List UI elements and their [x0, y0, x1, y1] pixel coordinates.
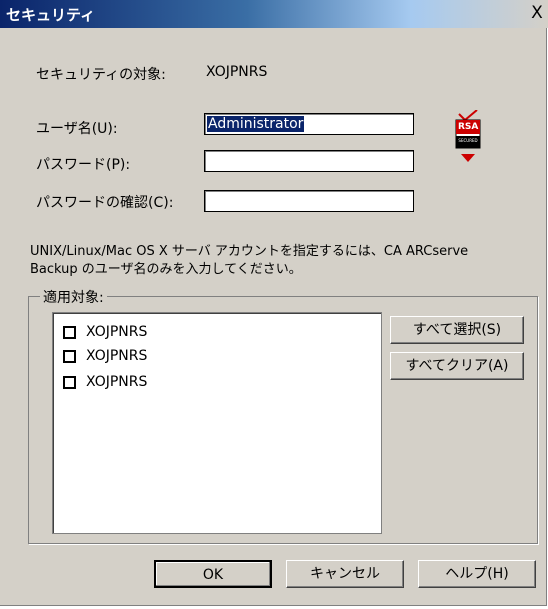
- list-item-label: XOJPNRS: [86, 324, 148, 340]
- security-dialog: セキュリティ X セキュリティの対象: XOJPNRS ユーザ名(U): Adm…: [0, 0, 548, 606]
- apply-target-title: 適用対象:: [40, 287, 107, 307]
- rsa-logo-subtext: SECURED: [458, 138, 478, 143]
- apply-target-list[interactable]: XOJPNRS XOJPNRS XOJPNRS: [52, 312, 382, 534]
- checkbox[interactable]: [63, 349, 76, 363]
- note-line-2: Backup のユーザ名のみを入力してください。: [30, 262, 302, 277]
- username-value: Administrator: [207, 116, 305, 132]
- username-label: ユーザ名(U):: [36, 121, 118, 137]
- list-item[interactable]: XOJPNRS: [63, 371, 147, 393]
- rsa-logo-icon: [455, 109, 481, 162]
- title-bar: セキュリティ X: [0, 0, 548, 28]
- password-label: パスワード(P):: [36, 157, 131, 173]
- list-item-label: XOJPNRS: [86, 374, 148, 390]
- window-title: セキュリティ: [6, 6, 96, 24]
- checkbox[interactable]: [63, 375, 76, 389]
- close-icon[interactable]: X: [528, 4, 546, 22]
- password-input[interactable]: [204, 150, 414, 172]
- ok-button[interactable]: OK: [154, 560, 272, 588]
- username-input[interactable]: Administrator: [204, 113, 414, 135]
- help-button[interactable]: ヘルプ(H): [418, 560, 536, 588]
- list-item[interactable]: XOJPNRS: [63, 345, 147, 367]
- security-target-label: セキュリティの対象:: [36, 67, 166, 83]
- confirm-password-input[interactable]: [204, 190, 414, 212]
- cancel-button[interactable]: キャンセル: [286, 560, 404, 588]
- rsa-secured-logo: RSA SECURED: [453, 109, 483, 162]
- confirm-password-label: パスワードの確認(C):: [36, 195, 174, 211]
- rsa-logo-text: RSA: [458, 122, 479, 132]
- checkbox[interactable]: [63, 325, 76, 339]
- list-item[interactable]: XOJPNRS: [63, 321, 147, 343]
- note-line-1: UNIX/Linux/Mac OS X サーバ アカウントを指定するには、CA …: [30, 244, 469, 259]
- security-target-value: XOJPNRS: [206, 64, 268, 80]
- clear-all-button[interactable]: すべてクリア(A): [390, 352, 524, 380]
- list-item-label: XOJPNRS: [86, 348, 148, 364]
- select-all-button[interactable]: すべて選択(S): [390, 316, 524, 344]
